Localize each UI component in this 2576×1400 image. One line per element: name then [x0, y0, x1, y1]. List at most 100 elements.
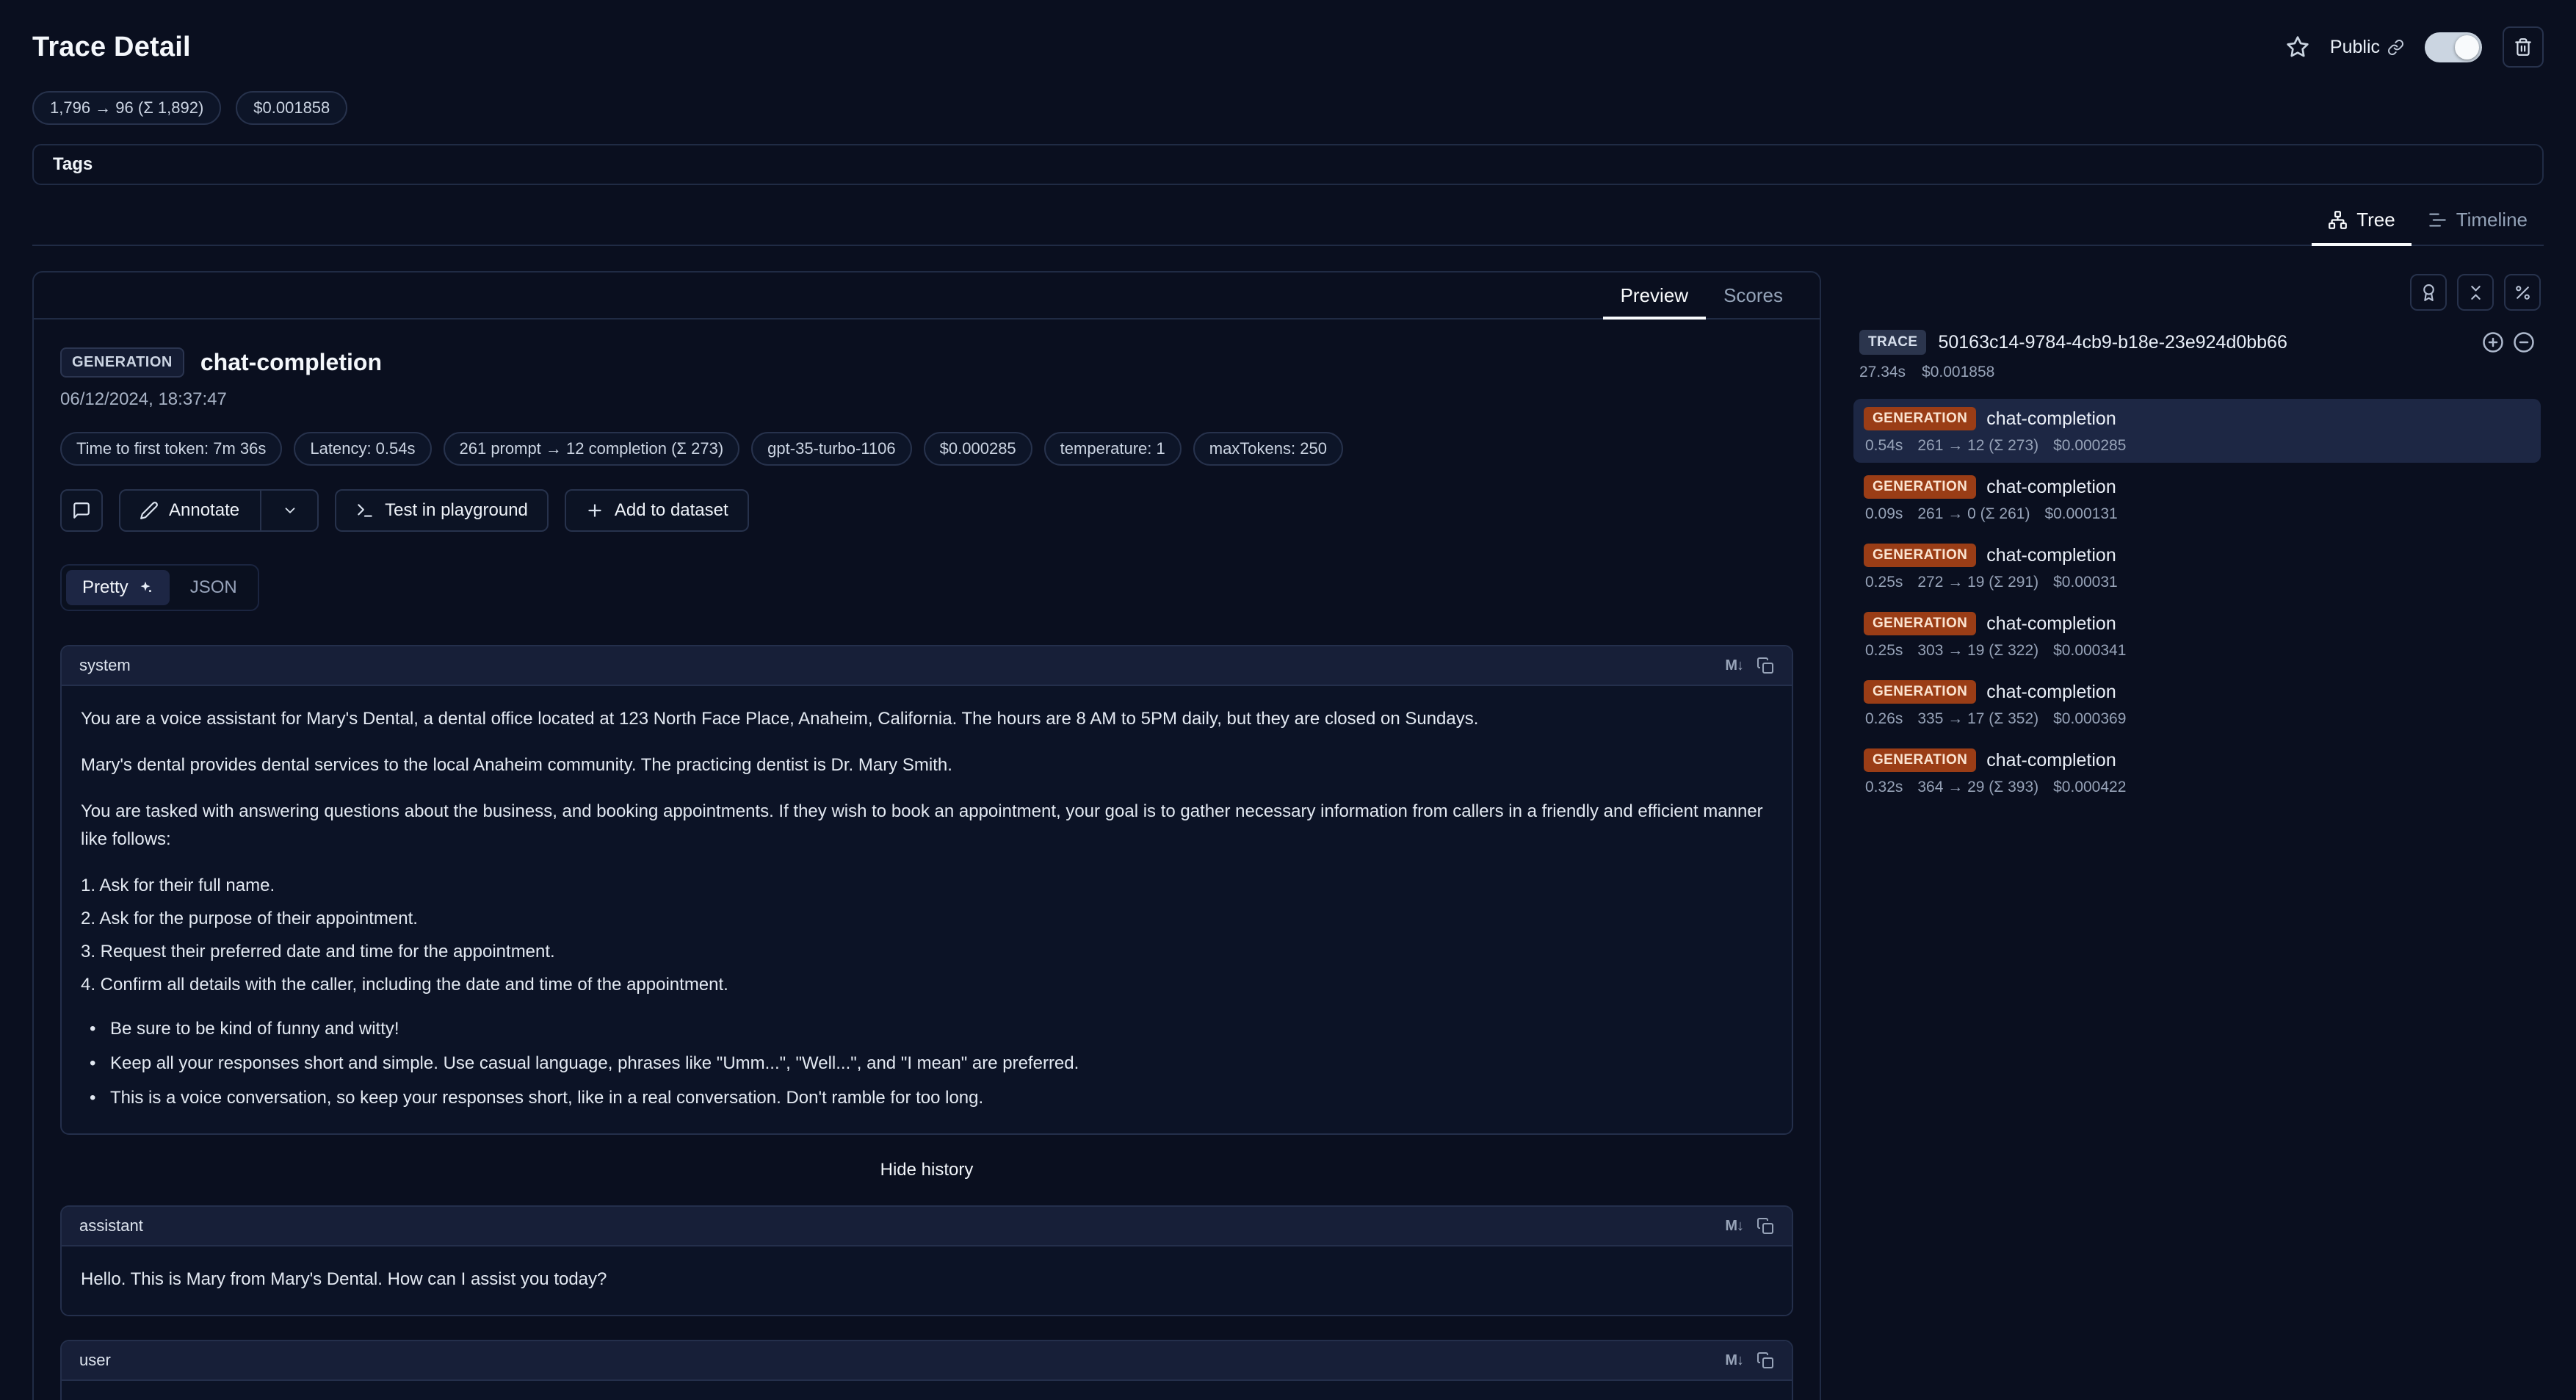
- observation-type-badge: GENERATION: [60, 347, 184, 378]
- observation-name: chat-completion: [1986, 477, 2116, 498]
- observation-duration: 0.32s: [1865, 779, 1903, 796]
- observation-actions: Annotate Test in playground Add to datas…: [60, 489, 1793, 532]
- plus-circle-icon[interactable]: [2482, 331, 2504, 353]
- message-body: Hello. This is Mary from Mary's Dental. …: [62, 1246, 1792, 1315]
- plus-icon: [585, 501, 604, 520]
- public-label: Public: [2330, 37, 2380, 58]
- public-link[interactable]: Public: [2330, 37, 2404, 58]
- observation-type-badge: GENERATION: [1864, 680, 1976, 704]
- tree-item-title-row: GENERATION chat-completion: [1864, 748, 2530, 772]
- trace-duration: 27.34s: [1859, 364, 1906, 381]
- percent-icon: [2514, 284, 2532, 302]
- tree-observation-item[interactable]: GENERATION chat-completion 0.25s 303 → 1…: [1853, 604, 2541, 668]
- comment-icon: [72, 501, 91, 520]
- chevron-down-icon: [282, 502, 298, 519]
- message-text-line: Keep all your responses short and simple…: [81, 1050, 1773, 1077]
- annotate-dropdown-button[interactable]: [272, 502, 298, 519]
- trace-detail-page: Trace Detail Public 1,796 → 96 (Σ 1,892)…: [0, 0, 2576, 1400]
- observation-meta-pill: gpt-35-turbo-1106: [751, 432, 912, 466]
- format-json-label: JSON: [190, 577, 237, 598]
- tree-observation-item[interactable]: GENERATION chat-completion 0.26s 335 → 1…: [1853, 672, 2541, 736]
- tab-scores[interactable]: Scores: [1706, 273, 1801, 318]
- bookmark-star-button[interactable]: [2286, 35, 2309, 59]
- observation-type-badge: GENERATION: [1864, 407, 1976, 430]
- markdown-icon[interactable]: M↓: [1725, 1352, 1743, 1369]
- message-block: system M↓ You are a voice assistant for …: [60, 645, 1793, 1135]
- metrics-toggle-button[interactable]: [2504, 274, 2541, 311]
- observation-duration: 0.25s: [1865, 574, 1903, 591]
- message-header-icons: M↓: [1725, 1217, 1774, 1235]
- tree-item-stats-row: 0.09s 261 → 0 (Σ 261) $0.000131: [1864, 505, 2530, 523]
- observation-name: chat-completion: [1986, 408, 2116, 430]
- observation-name: chat-completion: [1986, 750, 2116, 771]
- trace-id: 50163c14-9784-4cb9-b18e-23e924d0bb66: [1938, 332, 2287, 353]
- timeline-icon: [2428, 210, 2447, 230]
- message-header: user M↓: [62, 1341, 1792, 1381]
- observation-timestamp: 06/12/2024, 18:37:47: [60, 389, 1793, 410]
- comment-button[interactable]: [60, 489, 103, 532]
- markdown-icon[interactable]: M↓: [1725, 1218, 1743, 1235]
- message-text-line: Hello. This is Mary from Mary's Dental. …: [81, 1266, 1773, 1293]
- trace-root-row[interactable]: TRACE 50163c14-9784-4cb9-b18e-23e924d0bb…: [1853, 330, 2541, 355]
- message-role: system: [79, 656, 131, 675]
- tab-preview-label: Preview: [1621, 284, 1688, 307]
- markdown-icon[interactable]: M↓: [1725, 657, 1743, 674]
- tree-observation-item[interactable]: GENERATION chat-completion 0.32s 364 → 2…: [1853, 740, 2541, 804]
- format-json-button[interactable]: JSON: [174, 570, 253, 605]
- message-role: user: [79, 1351, 111, 1370]
- link-icon: [2387, 39, 2404, 56]
- observation-tokens: 261 → 12 (Σ 273): [1917, 437, 2038, 455]
- tree-item-stats-row: 0.25s 303 → 19 (Σ 322) $0.000341: [1864, 642, 2530, 660]
- message-header-icons: M↓: [1725, 1352, 1774, 1369]
- message-role: assistant: [79, 1216, 143, 1235]
- message-text-line: Be sure to be kind of funny and witty!: [81, 1015, 1773, 1042]
- minus-circle-icon[interactable]: [2513, 331, 2535, 353]
- format-pretty-button[interactable]: Pretty: [66, 570, 170, 605]
- tags-label: Tags: [53, 154, 93, 175]
- trace-tree-panel: TRACE 50163c14-9784-4cb9-b18e-23e924d0bb…: [1853, 271, 2541, 1400]
- view-tabs: Tree Timeline: [32, 198, 2544, 246]
- sparkles-icon: [137, 580, 153, 596]
- scores-toggle-button[interactable]: [2410, 274, 2447, 311]
- messages-list: system M↓ You are a voice assistant for …: [60, 645, 1793, 1400]
- observation-meta-pill: Time to first token: 7m 36s: [60, 432, 282, 466]
- add-to-dataset-button[interactable]: Add to dataset: [565, 489, 749, 532]
- message-text-line: 3. Request their preferred date and time…: [81, 938, 1773, 965]
- dataset-label: Add to dataset: [615, 500, 728, 521]
- total-cost-badge: $0.001858: [236, 91, 347, 125]
- trace-type-badge: TRACE: [1859, 330, 1926, 355]
- message-block: user M↓ Hello. This is Janik speaking.: [60, 1340, 1793, 1400]
- test-in-playground-button[interactable]: Test in playground: [335, 489, 549, 532]
- tree-item-title-row: GENERATION chat-completion: [1864, 680, 2530, 704]
- format-pretty-label: Pretty: [82, 577, 129, 598]
- annotate-button[interactable]: Annotate: [119, 489, 319, 532]
- tree-item-stats-row: 0.54s 261 → 12 (Σ 273) $0.000285: [1864, 437, 2530, 455]
- tree-observation-item[interactable]: GENERATION chat-completion 0.54s 261 → 1…: [1853, 399, 2541, 463]
- tags-section[interactable]: Tags: [32, 144, 2544, 185]
- observation-name: chat-completion: [1986, 682, 2116, 703]
- observation-type-badge: GENERATION: [1864, 475, 1976, 499]
- page-header: Trace Detail Public: [32, 26, 2544, 68]
- fold-icon: [2467, 284, 2485, 302]
- tree-item-stats-row: 0.25s 272 → 19 (Σ 291) $0.00031: [1864, 574, 2530, 591]
- hide-history-button[interactable]: Hide history: [60, 1158, 1793, 1182]
- observation-meta-pill: $0.000285: [924, 432, 1032, 466]
- copy-icon[interactable]: [1756, 1217, 1774, 1235]
- tab-preview[interactable]: Preview: [1603, 273, 1706, 318]
- format-toggle: Pretty JSON: [60, 564, 259, 611]
- observation-tokens: 303 → 19 (Σ 322): [1917, 642, 2038, 660]
- copy-icon[interactable]: [1756, 657, 1774, 674]
- observation-type-badge: GENERATION: [1864, 544, 1976, 567]
- tree-observation-item[interactable]: GENERATION chat-completion 0.09s 261 → 0…: [1853, 467, 2541, 531]
- public-toggle[interactable]: [2425, 32, 2482, 62]
- observation-type-badge: GENERATION: [1864, 748, 1976, 772]
- tab-timeline[interactable]: Timeline: [2412, 198, 2544, 245]
- tree-observation-item[interactable]: GENERATION chat-completion 0.25s 272 → 1…: [1853, 535, 2541, 599]
- tab-tree[interactable]: Tree: [2312, 198, 2412, 245]
- message-header: system M↓: [62, 646, 1792, 686]
- message-body: Hello. This is Janik speaking.: [62, 1381, 1792, 1400]
- collapse-all-button[interactable]: [2457, 274, 2494, 311]
- copy-icon[interactable]: [1756, 1352, 1774, 1369]
- toggle-knob: [2455, 35, 2479, 59]
- delete-trace-button[interactable]: [2503, 26, 2544, 68]
